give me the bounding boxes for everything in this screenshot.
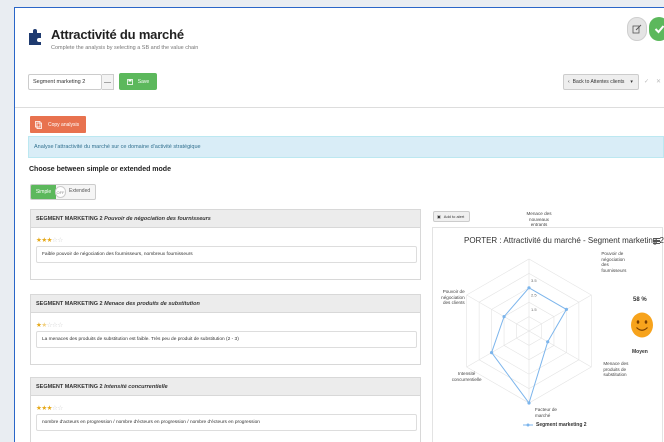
add-to-alert-button[interactable]: ▣ Add to alert [433, 211, 470, 222]
criterion-section: SEGMENT MARKETING 2 Menace des produits … [30, 294, 421, 365]
page-title: Attractivité du marché [51, 27, 184, 42]
section-header: SEGMENT MARKETING 2 Pouvoir de négociati… [31, 210, 420, 228]
smiley-face-icon [631, 312, 653, 338]
app-frame: Attractivité du marché Complete the anal… [14, 7, 664, 442]
radar-data-point [564, 307, 569, 311]
score-label: Moyen [632, 349, 648, 355]
page-header: Attractivité du marché Complete the anal… [15, 8, 664, 68]
add-to-alert-label: Add to alert [443, 214, 465, 219]
section-criterion: Pouvoir de négociation des fournisseurs [104, 216, 211, 222]
radar-data-point [527, 286, 531, 290]
section-segment: SEGMENT MARKETING 2 [36, 301, 103, 307]
alert-icon: ▣ [437, 214, 441, 219]
criterion-section: SEGMENT MARKETING 2 Pouvoir de négociati… [30, 209, 421, 280]
chevron-left-icon: ‹ [568, 79, 570, 85]
copy-analysis-button[interactable]: Copy analysis [30, 116, 86, 133]
edit-icon [632, 24, 642, 34]
toggle-knob[interactable]: OFF [55, 186, 66, 198]
chart-legend[interactable]: Segment marketing 2 [523, 422, 587, 428]
radar-axis-line [528, 330, 592, 368]
page-subtitle: Complete the analysis by selecting a SB … [51, 45, 199, 51]
validate-button[interactable] [649, 17, 664, 41]
star-empty-icon[interactable]: ☆ [57, 322, 63, 329]
radar-tick-label: 1.5 [531, 307, 537, 312]
radar-axis-label: Menace des produits de substitution [603, 361, 629, 377]
section-criterion: Intensité concurrentielle [104, 384, 168, 390]
ghost-close-icon[interactable]: ✕ [656, 78, 661, 85]
legend-series-name: Segment marketing 2 [536, 422, 587, 428]
save-label: Save [137, 78, 150, 85]
radar-axis-line [466, 294, 530, 332]
toggle-simple-label: Simple [31, 185, 56, 199]
legend-marker [523, 423, 533, 427]
radar-data-point [527, 401, 531, 405]
section-header: SEGMENT MARKETING 2 Intensité concurrent… [31, 378, 420, 396]
toggle-extended-label: Extended [69, 188, 91, 194]
section-header: SEGMENT MARKETING 2 Menace des produits … [31, 295, 420, 313]
star-rating[interactable]: ★★★☆☆ [36, 405, 63, 413]
radar-axis-line [528, 294, 592, 332]
radar-axis-label: Facteur de marché [535, 407, 557, 418]
radar-axis-label: Pouvoir de négociation des clients [441, 289, 465, 305]
ghost-check-icon[interactable]: ✓ [644, 78, 649, 85]
copy-icon [35, 120, 42, 129]
radar-data-point [502, 315, 506, 319]
chart-title: PORTER : Attractivité du marché - Segmen… [464, 236, 664, 245]
star-rating[interactable]: ★★☆☆☆ [36, 322, 63, 330]
remove-segment-button[interactable]: — [102, 74, 114, 90]
star-half-icon[interactable]: ★ [41, 322, 47, 329]
copy-analysis-label: Copy analysis [48, 121, 80, 128]
save-button[interactable]: Save [119, 73, 157, 90]
info-alert: Analyse l'attractivité du marché sur ce … [28, 136, 664, 158]
puzzle-logo-icon [29, 29, 41, 45]
criterion-section: SEGMENT MARKETING 2 Intensité concurrent… [30, 377, 421, 442]
radar-chart-panel: 3.5 2.5 1.5 PORTER : Attractivité du march… [432, 211, 664, 442]
section-segment: SEGMENT MARKETING 2 [36, 384, 103, 390]
criterion-comment-field[interactable]: nombre d'acteurs en progression / nombre… [36, 414, 417, 431]
criterion-comment-field[interactable]: Faible pouvoir de négociation des fourni… [36, 246, 417, 263]
check-icon [654, 25, 664, 34]
mode-toggle[interactable]: Simple OFF Extended [30, 184, 96, 200]
chart-menu-icon[interactable] [653, 238, 660, 244]
toolbar: Segment marketing 2 — Save ‹ Back to Att… [15, 68, 664, 108]
mode-label: Choose between simple or extended mode [29, 166, 171, 173]
radar-tick-label: 3.5 [531, 278, 537, 283]
back-button[interactable]: ‹ Back to Attentes clients ▾ [563, 74, 639, 90]
edit-button[interactable] [627, 17, 647, 41]
radar-tick-label: 2.5 [531, 293, 537, 298]
save-icon [126, 78, 133, 85]
back-label: Back to Attentes clients [572, 79, 625, 85]
radar-axis-label: Pouvoir de négociation des fournisseurs [601, 251, 627, 273]
star-empty-icon[interactable]: ☆ [57, 237, 63, 244]
star-empty-icon[interactable]: ☆ [57, 405, 63, 412]
section-criterion: Menace des produits de substitution [104, 301, 200, 307]
criterion-comment-field[interactable]: La menaces des produits de substitution … [36, 331, 417, 348]
segment-select[interactable]: Segment marketing 2 [28, 74, 102, 90]
score-percent: 58 % [633, 297, 647, 303]
caret-down-icon: ▾ [630, 79, 633, 85]
radar-axis-label: Menace des nouveaux entrants [526, 211, 552, 227]
radar-data-point [489, 351, 494, 355]
radar-axis-label: Intensité concurrentielle [451, 371, 482, 382]
star-rating[interactable]: ★★★☆☆ [36, 237, 63, 245]
radar-data-point [546, 340, 550, 344]
section-segment: SEGMENT MARKETING 2 [36, 216, 103, 222]
